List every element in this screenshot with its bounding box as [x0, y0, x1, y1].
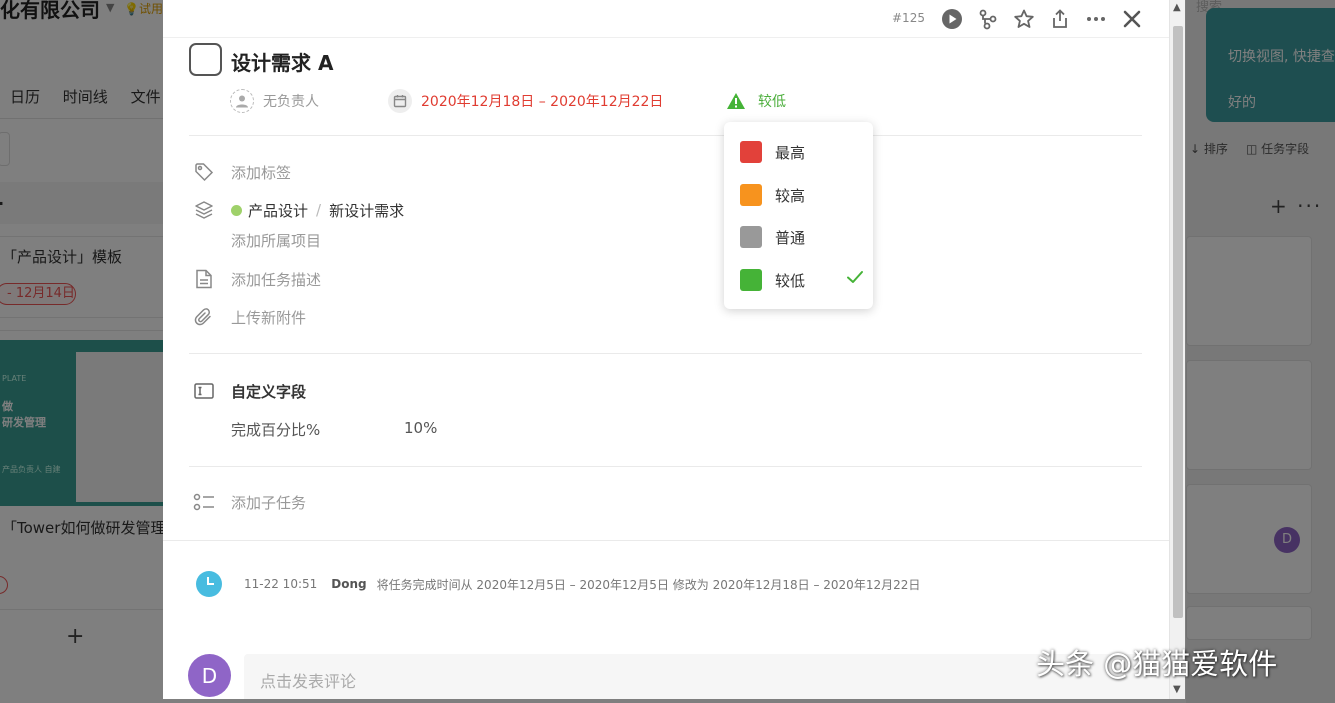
- modal-toolbar: #125: [163, 0, 1169, 38]
- upload-attachment-row[interactable]: 上传新附件: [193, 306, 306, 328]
- project-separator: /: [316, 201, 321, 219]
- priority-swatch: [740, 141, 762, 163]
- subtask-list-icon: [193, 491, 215, 513]
- add-tag-label: 添加标签: [231, 162, 291, 183]
- task-detail-modal: #125 设计需求 A 无负责人 2020年12月18日 – 2020年1: [163, 0, 1169, 699]
- more-icon[interactable]: [1084, 7, 1108, 31]
- assignee-selector[interactable]: 无负责人: [230, 88, 319, 114]
- modal-scrollbar[interactable]: ▲ ▼: [1169, 0, 1185, 699]
- custom-field-value[interactable]: 10%: [404, 419, 437, 437]
- project-name[interactable]: 产品设计: [248, 200, 308, 221]
- comment-input[interactable]: 点击发表评论: [244, 654, 1169, 699]
- play-icon[interactable]: [940, 7, 964, 31]
- add-project-link[interactable]: 添加所属项目: [231, 230, 321, 251]
- priority-option-highest[interactable]: 最高: [740, 140, 868, 164]
- text-field-icon: [193, 380, 215, 402]
- branch-icon[interactable]: [976, 7, 1000, 31]
- divider: [189, 353, 1142, 354]
- custom-fields-header: 自定义字段: [193, 380, 306, 402]
- add-subtask-row[interactable]: 添加子任务: [193, 491, 306, 513]
- priority-option-normal[interactable]: 普通: [740, 225, 868, 249]
- calendar-icon: [388, 89, 412, 113]
- priority-selector[interactable]: 较低: [723, 88, 786, 114]
- priority-option-label: 最高: [775, 142, 805, 163]
- project-color-dot: [231, 205, 242, 216]
- custom-fields-title: 自定义字段: [231, 381, 306, 402]
- task-complete-checkbox[interactable]: [189, 43, 222, 76]
- warning-icon: [723, 89, 749, 113]
- document-icon: [193, 268, 215, 290]
- divider: [163, 540, 1169, 541]
- task-number: #125: [892, 11, 925, 25]
- watermark: 头条 @猫猫爱软件: [1036, 641, 1277, 683]
- priority-option-label: 普通: [775, 227, 805, 248]
- tag-icon: [193, 161, 215, 183]
- clock-icon: [196, 571, 222, 597]
- task-title[interactable]: 设计需求 A: [231, 47, 333, 76]
- divider: [189, 135, 1142, 136]
- activity-time: 11-22 10:51: [244, 577, 317, 591]
- scroll-down-icon[interactable]: ▼: [1173, 684, 1181, 695]
- layers-icon: [193, 199, 215, 221]
- add-subtask-label: 添加子任务: [231, 492, 306, 513]
- priority-label: 较低: [758, 91, 786, 111]
- project-row: 产品设计 / 新设计需求: [193, 199, 404, 221]
- priority-option-label: 较高: [775, 185, 805, 206]
- add-description-label: 添加任务描述: [231, 269, 321, 290]
- add-tag-row[interactable]: 添加标签: [193, 161, 291, 183]
- user-icon: [230, 89, 254, 113]
- project-section[interactable]: 新设计需求: [329, 200, 404, 221]
- priority-swatch: [740, 269, 762, 291]
- star-icon[interactable]: [1012, 7, 1036, 31]
- add-description-row[interactable]: 添加任务描述: [193, 268, 321, 290]
- activity-text: 将任务完成时间从 2020年12月5日 – 2020年12月5日 修改为 202…: [377, 576, 921, 593]
- scrollbar-thumb[interactable]: [1173, 26, 1183, 618]
- assignee-label: 无负责人: [263, 91, 319, 111]
- priority-option-high[interactable]: 较高: [740, 183, 868, 207]
- priority-dropdown: 最高 较高 普通 较低: [724, 122, 873, 309]
- close-icon[interactable]: [1120, 7, 1144, 31]
- custom-field-label: 完成百分比%: [231, 419, 320, 440]
- checkmark-icon: [846, 269, 864, 289]
- date-range-selector[interactable]: 2020年12月18日 – 2020年12月22日: [388, 88, 663, 114]
- priority-option-low[interactable]: 较低: [740, 268, 868, 292]
- share-icon[interactable]: [1048, 7, 1072, 31]
- scroll-up-icon[interactable]: ▲: [1173, 2, 1181, 13]
- activity-user[interactable]: Dong: [331, 577, 366, 591]
- date-range-label: 2020年12月18日 – 2020年12月22日: [421, 91, 663, 111]
- priority-swatch: [740, 226, 762, 248]
- activity-entry: 11-22 10:51 Dong 将任务完成时间从 2020年12月5日 – 2…: [196, 571, 920, 597]
- paperclip-icon: [193, 306, 215, 328]
- divider: [189, 466, 1142, 467]
- priority-swatch: [740, 184, 762, 206]
- upload-attachment-label: 上传新附件: [231, 307, 306, 328]
- avatar: D: [188, 654, 231, 697]
- priority-option-label: 较低: [775, 270, 805, 291]
